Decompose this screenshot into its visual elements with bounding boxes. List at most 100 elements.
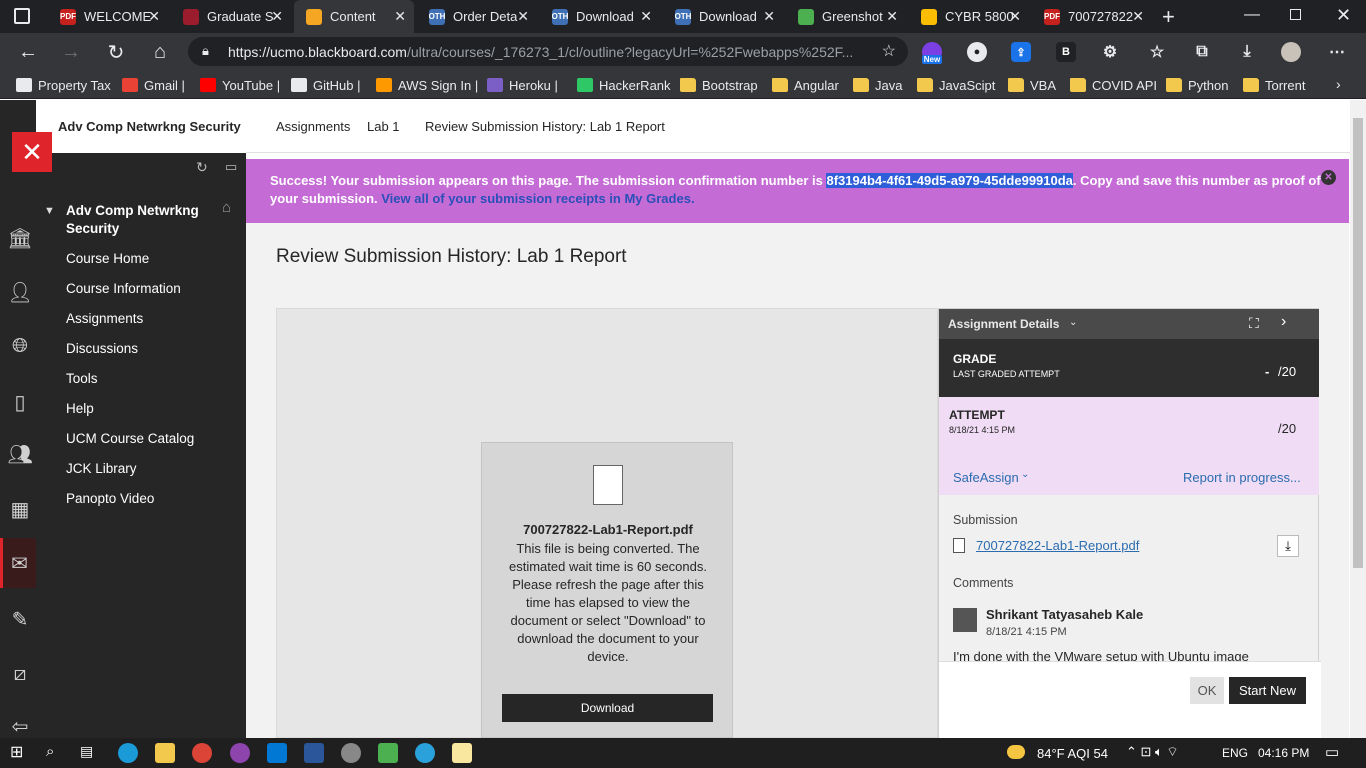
close-tab-icon[interactable]: ✕ bbox=[148, 8, 160, 25]
page-scrollbar[interactable] bbox=[1350, 100, 1366, 738]
download-button[interactable]: Download bbox=[502, 694, 713, 722]
chevron-right-icon[interactable]: › bbox=[1281, 313, 1286, 331]
bookmark-gmail[interactable]: Gmail | bbox=[122, 76, 185, 94]
calendar-icon[interactable]: ▦ bbox=[8, 497, 32, 521]
tray-icons[interactable]: ⌃ ⊡ 🔈︎ ⌔ bbox=[1126, 744, 1179, 760]
notes-icon[interactable] bbox=[452, 743, 472, 763]
chrome-icon[interactable] bbox=[192, 743, 212, 763]
groups-icon[interactable]: 👥︎ bbox=[7, 442, 32, 466]
breadcrumb-lab1[interactable]: Lab 1 bbox=[367, 119, 400, 134]
extension-new-icon[interactable]: New bbox=[921, 42, 943, 64]
course-menu-item-tools[interactable]: Tools bbox=[66, 371, 98, 386]
course-menu-item-course-information[interactable]: Course Information bbox=[66, 281, 181, 296]
mail-icon[interactable] bbox=[267, 743, 287, 763]
downloads-icon[interactable]: ⤓ bbox=[1237, 42, 1257, 62]
weather-text[interactable]: 84°F AQI 54 bbox=[1037, 746, 1108, 761]
bookmark-hackerrank[interactable]: HackerRank bbox=[577, 76, 671, 94]
signout-icon[interactable]: ⇦ bbox=[8, 714, 32, 738]
app-icon[interactable] bbox=[341, 743, 361, 763]
bookmark-github[interactable]: GitHub | bbox=[291, 76, 360, 94]
close-tab-icon[interactable]: ✕ bbox=[517, 8, 529, 25]
bookmark-property-tax[interactable]: Property Tax bbox=[16, 76, 111, 94]
task-view-icon[interactable]: ▤ bbox=[80, 743, 100, 763]
back-button[interactable]: ← bbox=[15, 39, 41, 65]
close-course-icon[interactable]: ✕ bbox=[12, 132, 52, 172]
bookmark-python[interactable]: Python bbox=[1166, 76, 1228, 94]
collapse-arrow-icon[interactable]: ▼ bbox=[44, 205, 55, 217]
tab-9[interactable]: PDF 700727822 ✕ bbox=[1032, 0, 1152, 33]
course-menu-item-jck-library[interactable]: JCK Library bbox=[66, 461, 137, 476]
refresh-menu-icon[interactable]: ↻ bbox=[196, 159, 208, 176]
home-button[interactable]: ⌂ bbox=[147, 39, 173, 65]
breadcrumb-assignments[interactable]: Assignments bbox=[276, 119, 350, 134]
word-icon[interactable] bbox=[304, 743, 324, 763]
tab-5[interactable]: OTH Download ✕ bbox=[540, 0, 660, 33]
bookmark-angular[interactable]: Angular bbox=[772, 76, 839, 94]
telegram-icon[interactable] bbox=[415, 743, 435, 763]
bookmarks-overflow-icon[interactable]: › bbox=[1336, 76, 1341, 92]
extension-b-icon[interactable]: B bbox=[1056, 42, 1076, 62]
notifications-icon[interactable]: ▭ bbox=[1325, 743, 1339, 761]
course-menu-item-course-home[interactable]: Course Home bbox=[66, 251, 149, 266]
refresh-button[interactable]: ↻ bbox=[103, 39, 129, 65]
favorites-icon[interactable]: ☆ bbox=[1147, 42, 1167, 62]
collections-icon[interactable]: ⧉ bbox=[1192, 42, 1212, 62]
safeassign-chevron-icon[interactable]: ⌄ bbox=[1021, 469, 1029, 480]
bookmark-vba[interactable]: VBA bbox=[1008, 76, 1056, 94]
tab-7[interactable]: Greenshot ✕ bbox=[786, 0, 906, 33]
extensions-icon[interactable]: ⚙ bbox=[1100, 42, 1120, 62]
close-tab-icon[interactable]: ✕ bbox=[271, 8, 283, 25]
lock-icon[interactable]: 🔒︎ bbox=[202, 43, 209, 59]
tab-actions-icon[interactable] bbox=[14, 8, 30, 24]
submission-file-link[interactable]: 700727822-Lab1-Report.pdf bbox=[976, 538, 1139, 553]
scrollbar-thumb[interactable] bbox=[1353, 118, 1363, 568]
extension-translate-icon[interactable]: ⇪ bbox=[1011, 42, 1031, 62]
course-menu-item-ucm-course-catalog[interactable]: UCM Course Catalog bbox=[66, 431, 194, 446]
close-window-button[interactable]: ✕ bbox=[1336, 5, 1351, 26]
bookmark-java[interactable]: Java bbox=[853, 76, 902, 94]
course-menu-item-panopto-video[interactable]: Panopto Video bbox=[66, 491, 154, 506]
course-menu-item-assignments[interactable]: Assignments bbox=[66, 311, 143, 326]
tab-6[interactable]: OTH Download ✕ bbox=[663, 0, 783, 33]
restore-button[interactable] bbox=[1290, 9, 1301, 20]
safeassign-toggle[interactable]: SafeAssign bbox=[953, 470, 1019, 485]
confirmation-number[interactable]: 8f3194b4-4f61-49d5-a979-45dde99910da bbox=[826, 173, 1073, 188]
extension-circle-icon[interactable]: ● bbox=[967, 42, 987, 62]
bookmark-torrent[interactable]: Torrent bbox=[1243, 76, 1305, 94]
tools-icon[interactable]: ⧄ bbox=[8, 662, 32, 686]
download-file-icon[interactable]: ⤓ bbox=[1277, 535, 1299, 557]
globe-icon[interactable]: 🌐︎ bbox=[8, 334, 32, 358]
panel-header-title[interactable]: Assignment Details bbox=[948, 317, 1059, 331]
github-desktop-icon[interactable] bbox=[230, 743, 250, 763]
close-tab-icon[interactable]: ✕ bbox=[763, 8, 775, 25]
tab-4[interactable]: OTH Order Deta ✕ bbox=[417, 0, 537, 33]
bookmark-heroku[interactable]: Heroku | bbox=[487, 76, 558, 94]
tab-1[interactable]: PDF WELCOME ✕ bbox=[48, 0, 168, 33]
start-new-button[interactable]: Start New bbox=[1229, 677, 1306, 704]
close-tab-icon[interactable]: ✕ bbox=[1009, 8, 1021, 25]
institution-icon[interactable]: 🏛︎ bbox=[7, 226, 32, 250]
courses-icon[interactable]: ▯ bbox=[8, 390, 32, 414]
profile-icon[interactable]: 👤︎ bbox=[7, 280, 32, 304]
close-tab-icon[interactable]: ✕ bbox=[886, 8, 898, 25]
language-indicator[interactable]: ENG bbox=[1222, 746, 1248, 760]
bookmark-bootstrap[interactable]: Bootstrap bbox=[680, 76, 758, 94]
favorite-star-icon[interactable]: ☆ bbox=[882, 41, 896, 61]
close-tab-icon[interactable]: ✕ bbox=[1132, 8, 1144, 25]
my-grades-link[interactable]: View all of your submission receipts in … bbox=[381, 191, 694, 206]
home-icon[interactable]: ⌂ bbox=[222, 199, 231, 216]
menu-course-title[interactable]: Adv Comp Netwrkng Security bbox=[66, 202, 199, 238]
weather-icon[interactable] bbox=[1007, 745, 1025, 759]
attempt-section[interactable]: ATTEMPT 8/18/21 4:15 PM /20 SafeAssign ⌄… bbox=[939, 397, 1319, 495]
expand-icon[interactable]: ⛶ bbox=[1249, 315, 1259, 332]
report-status[interactable]: Report in progress... bbox=[1183, 470, 1301, 485]
more-menu-icon[interactable]: ⋯ bbox=[1327, 42, 1347, 62]
address-bar[interactable]: 🔒︎ https://ucmo.blackboard.com/ultra/cou… bbox=[188, 37, 908, 66]
close-banner-icon[interactable]: ✕ bbox=[1321, 170, 1336, 185]
new-tab-button[interactable]: + bbox=[1162, 4, 1175, 30]
close-tab-icon[interactable]: ✕ bbox=[394, 8, 406, 25]
tab-2[interactable]: Graduate S ✕ bbox=[171, 0, 291, 33]
ok-button[interactable]: OK bbox=[1190, 677, 1224, 704]
messages-icon[interactable]: ✉ bbox=[0, 538, 36, 588]
bookmark-aws-sign-in[interactable]: AWS Sign In | bbox=[376, 76, 478, 94]
